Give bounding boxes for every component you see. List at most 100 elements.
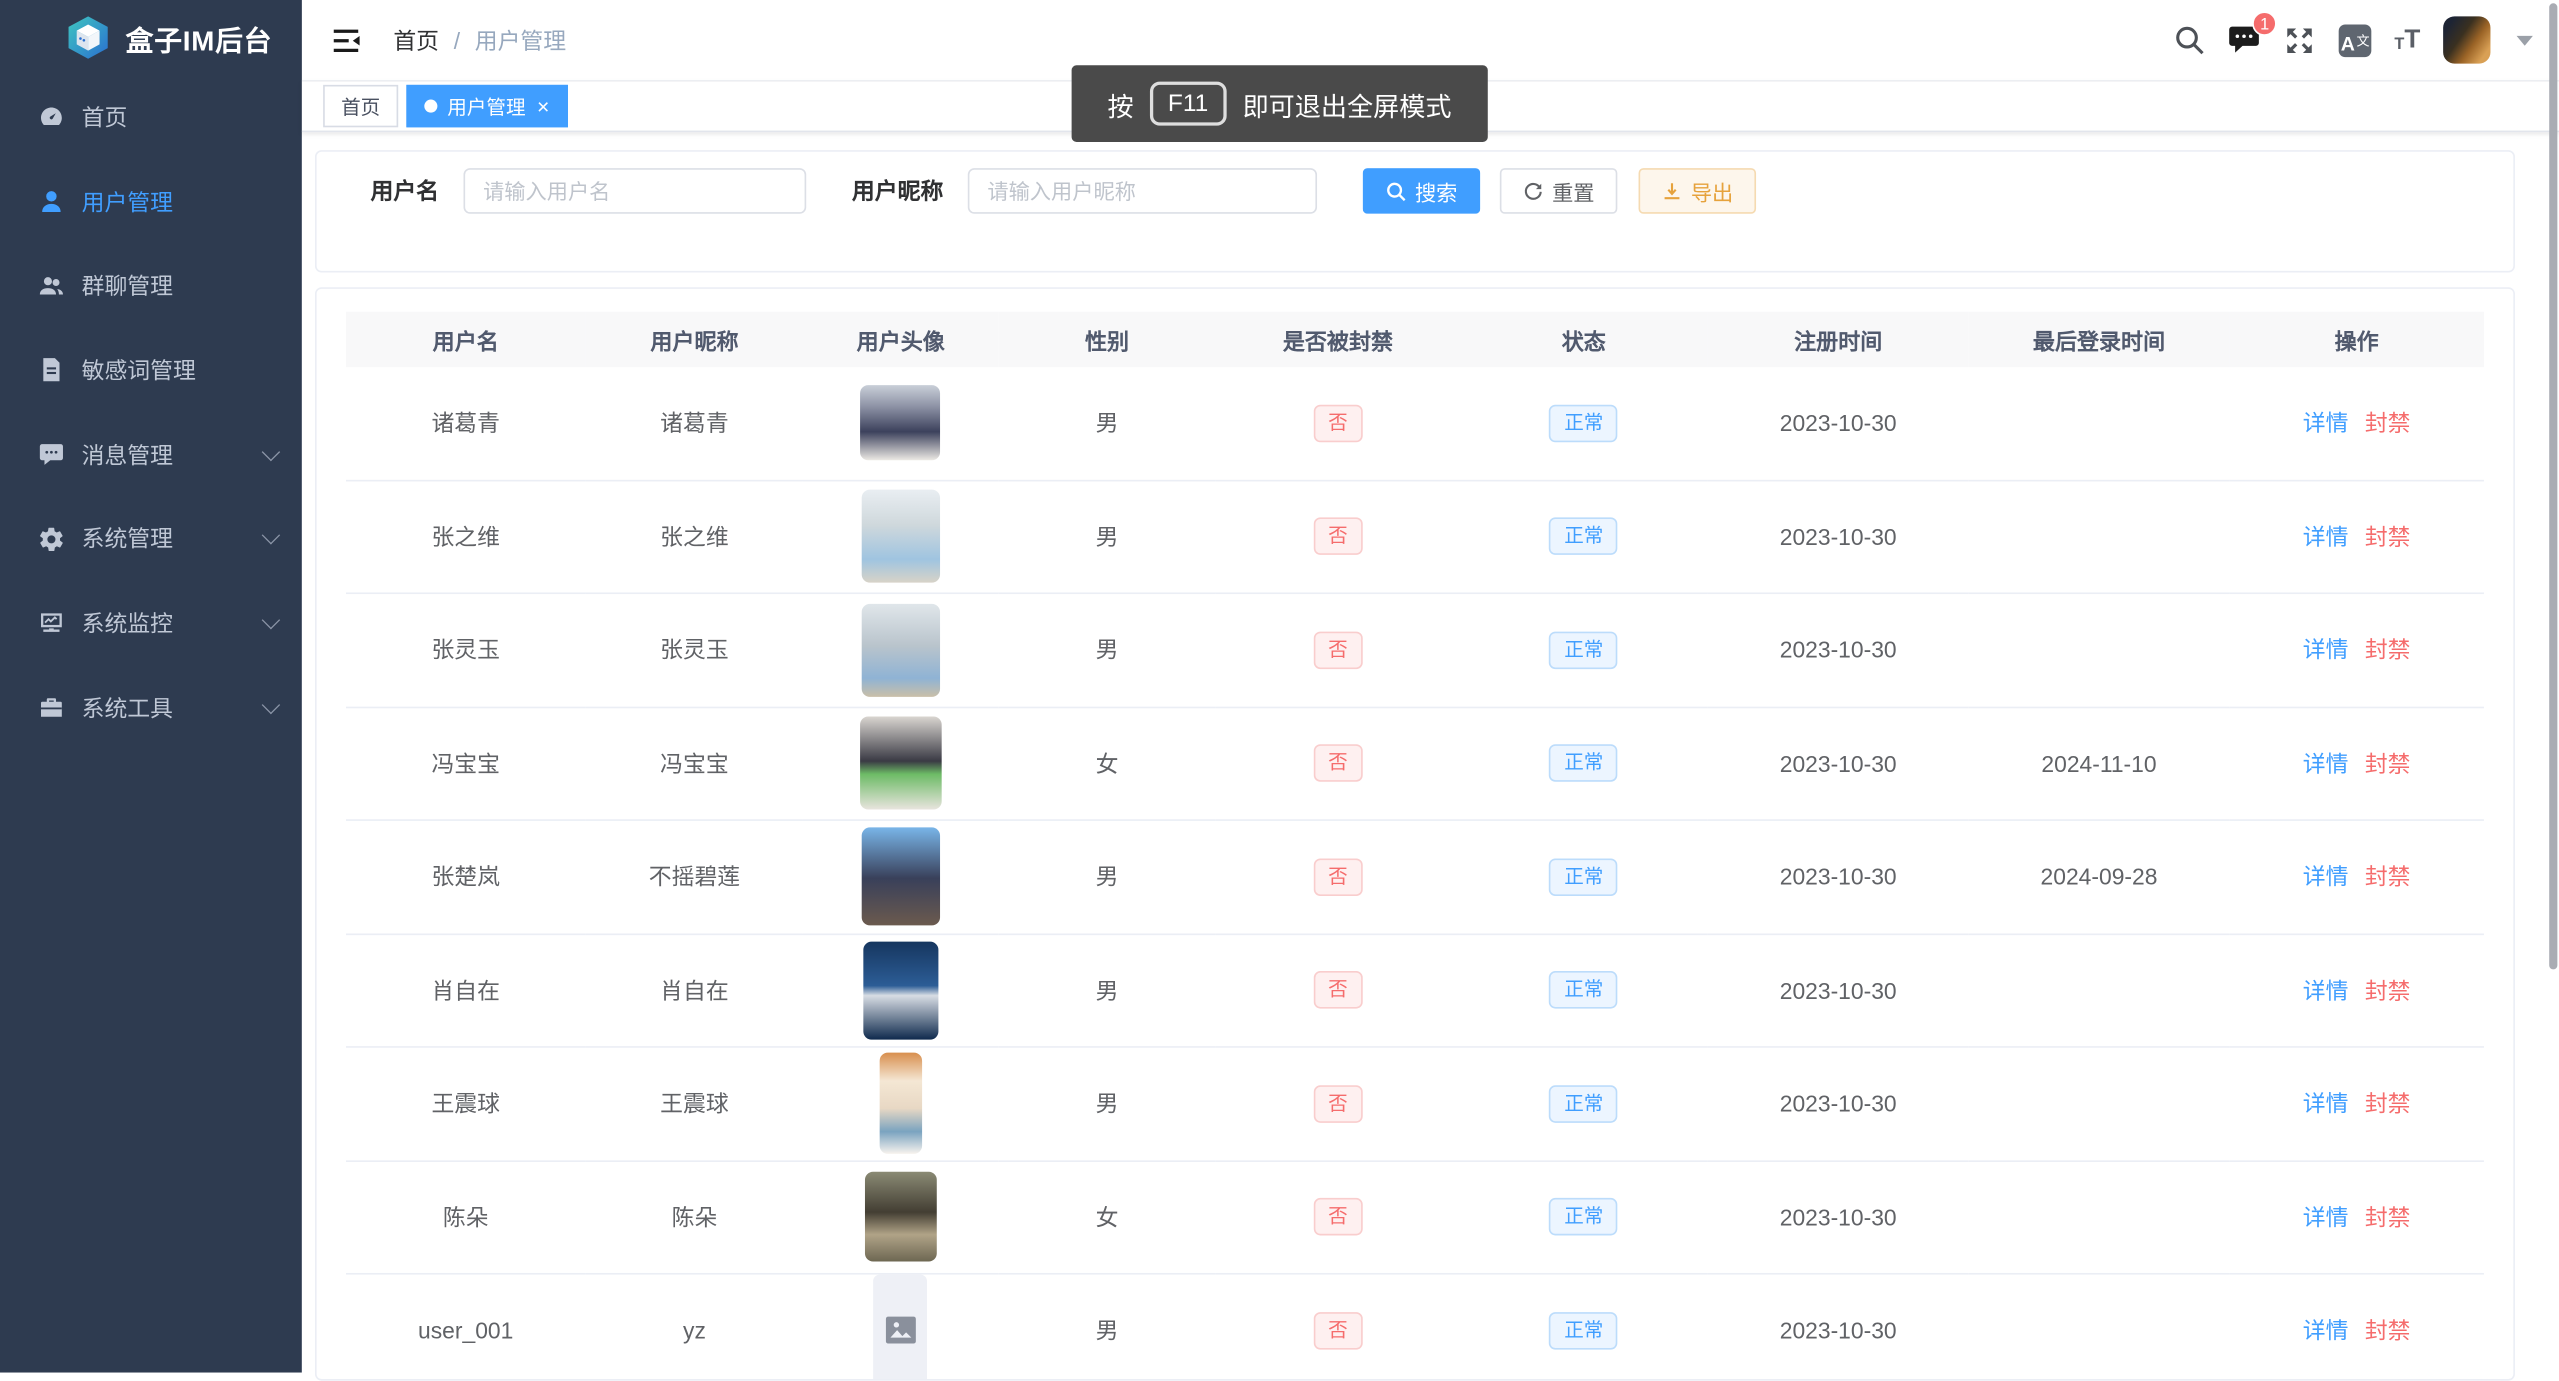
cell-nickname: 张灵玉 <box>585 593 803 706</box>
cell-gender: 女 <box>998 1160 1216 1273</box>
banned-tag: 否 <box>1313 858 1362 896</box>
ban-link[interactable]: 封禁 <box>2365 1317 2411 1343</box>
detail-link[interactable]: 详情 <box>2303 1204 2349 1230</box>
tab-home[interactable]: 首页 <box>323 85 398 127</box>
sidebar-item-label: 消息管理 <box>82 438 173 471</box>
ban-link[interactable]: 封禁 <box>2365 1204 2411 1230</box>
chevron-down-icon <box>262 442 280 460</box>
cell-banned: 否 <box>1216 820 1460 933</box>
chevron-down-icon[interactable] <box>2517 35 2533 45</box>
user-avatar-image[interactable] <box>865 1172 937 1262</box>
status-tag: 正常 <box>1550 631 1619 669</box>
close-icon[interactable]: × <box>537 95 549 116</box>
cell-banned: 否 <box>1216 934 1460 1047</box>
ban-link[interactable]: 封禁 <box>2365 1091 2411 1117</box>
main-area: 首页 / 用户管理 1 A文 TT <box>302 0 2559 1373</box>
sidebar-item-label: 敏感词管理 <box>82 354 196 387</box>
detail-link[interactable]: 详情 <box>2303 1317 2349 1343</box>
cell-last-login: 2024-09-28 <box>1969 820 2230 933</box>
cell-banned: 否 <box>1216 707 1460 820</box>
user-avatar-image[interactable] <box>860 717 942 810</box>
detail-link[interactable]: 详情 <box>2303 1091 2349 1117</box>
users-table: 用户名 用户昵称 用户头像 性别 是否被封禁 状态 注册时间 最后登录时间 操作… <box>346 312 2484 1381</box>
cell-registered: 2023-10-30 <box>1708 820 1969 933</box>
col-banned: 是否被封禁 <box>1216 312 1460 367</box>
sidebar-item-label: 系统管理 <box>82 523 173 556</box>
col-status: 状态 <box>1460 312 1708 367</box>
detail-link[interactable]: 详情 <box>2303 977 2349 1003</box>
app-root: 盒子IM后台 首页 用户管理 群聊管理 敏感词管理 消息管理 <box>0 0 2559 1373</box>
search-icon[interactable] <box>2174 24 2205 55</box>
cell-gender: 男 <box>998 1274 1216 1381</box>
tab-user-management[interactable]: 用户管理 × <box>406 85 567 127</box>
user-avatar-image[interactable] <box>862 490 940 583</box>
cell-banned: 否 <box>1216 593 1460 706</box>
vertical-scrollbar-thumb[interactable] <box>2549 3 2557 969</box>
ban-link[interactable]: 封禁 <box>2365 523 2411 549</box>
nickname-input[interactable] <box>968 168 1317 214</box>
cell-avatar <box>803 1047 998 1160</box>
sidebar-item-groups[interactable]: 群聊管理 <box>0 244 302 328</box>
table-row: 肖自在 肖自在 男 否 正常 2023-10-30 详情封禁 <box>346 934 2484 1047</box>
banned-tag: 否 <box>1313 1085 1362 1123</box>
detail-link[interactable]: 详情 <box>2303 410 2349 436</box>
ban-link[interactable]: 封禁 <box>2365 750 2411 776</box>
reset-button[interactable]: 重置 <box>1500 168 1618 214</box>
ban-link[interactable]: 封禁 <box>2365 977 2411 1003</box>
cell-status: 正常 <box>1460 707 1708 820</box>
status-tag: 正常 <box>1550 971 1619 1009</box>
banned-tag: 否 <box>1313 745 1362 783</box>
ban-link[interactable]: 封禁 <box>2365 410 2411 436</box>
breadcrumb: 首页 / 用户管理 <box>393 24 566 57</box>
col-last-login: 最后登录时间 <box>1969 312 2230 367</box>
search-button[interactable]: 搜索 <box>1363 168 1481 214</box>
cell-actions: 详情封禁 <box>2229 1274 2484 1381</box>
col-avatar: 用户头像 <box>803 312 998 367</box>
sidebar-item-home[interactable]: 首页 <box>0 75 302 159</box>
fullscreen-icon[interactable] <box>2283 24 2316 57</box>
collapse-sidebar-icon[interactable] <box>330 24 363 57</box>
sidebar-nav: 首页 用户管理 群聊管理 敏感词管理 消息管理 系统管理 <box>0 75 302 750</box>
message-icon <box>38 441 66 469</box>
ban-link[interactable]: 封禁 <box>2365 864 2411 890</box>
ban-link[interactable]: 封禁 <box>2365 637 2411 663</box>
user-avatar-image[interactable] <box>862 603 940 696</box>
user-avatar[interactable] <box>2443 16 2490 63</box>
sidebar-item-system-admin[interactable]: 系统管理 <box>0 497 302 581</box>
translate-icon[interactable]: A文 <box>2339 24 2372 57</box>
f11-key: F11 <box>1150 82 1226 126</box>
sidebar-item-system-monitor[interactable]: 系统监控 <box>0 581 302 665</box>
font-size-icon[interactable]: TT <box>2394 27 2420 53</box>
translate-letter: A <box>2341 33 2355 53</box>
detail-link[interactable]: 详情 <box>2303 750 2349 776</box>
user-avatar-image[interactable] <box>861 386 941 461</box>
detail-link[interactable]: 详情 <box>2303 637 2349 663</box>
user-avatar-image[interactable] <box>874 1275 928 1381</box>
banned-tag: 否 <box>1313 971 1362 1009</box>
sidebar-item-label: 系统监控 <box>82 607 173 640</box>
tab-label: 首页 <box>341 92 380 120</box>
table-row: 冯宝宝 冯宝宝 女 否 正常 2023-10-30 2024-11-10 详情封… <box>346 707 2484 820</box>
user-avatar-image[interactable] <box>863 941 938 1039</box>
sidebar: 盒子IM后台 首页 用户管理 群聊管理 敏感词管理 消息管理 <box>0 0 302 1373</box>
sidebar-item-messages[interactable]: 消息管理 <box>0 412 302 496</box>
sidebar-item-system-tools[interactable]: 系统工具 <box>0 666 302 750</box>
breadcrumb-home[interactable]: 首页 <box>393 24 439 57</box>
user-avatar-image[interactable] <box>880 1053 922 1154</box>
col-nickname: 用户昵称 <box>585 312 803 367</box>
username-input[interactable] <box>463 168 806 214</box>
user-avatar-image[interactable] <box>862 828 940 926</box>
chevron-down-icon <box>262 695 280 713</box>
col-username: 用户名 <box>346 312 585 367</box>
sidebar-item-users[interactable]: 用户管理 <box>0 159 302 243</box>
message-notifications-icon[interactable]: 1 <box>2228 24 2261 55</box>
cell-username: 陈朵 <box>346 1160 585 1273</box>
table-row: 张灵玉 张灵玉 男 否 正常 2023-10-30 详情封禁 <box>346 593 2484 706</box>
filter-row: 用户名 用户昵称 搜索 重置 导出 <box>370 168 1756 214</box>
table-header-row: 用户名 用户昵称 用户头像 性别 是否被封禁 状态 注册时间 最后登录时间 操作 <box>346 312 2484 367</box>
export-button[interactable]: 导出 <box>1639 168 1757 214</box>
detail-link[interactable]: 详情 <box>2303 523 2349 549</box>
sidebar-item-sensitive-words[interactable]: 敏感词管理 <box>0 328 302 412</box>
cell-gender: 男 <box>998 1047 1216 1160</box>
detail-link[interactable]: 详情 <box>2303 864 2349 890</box>
